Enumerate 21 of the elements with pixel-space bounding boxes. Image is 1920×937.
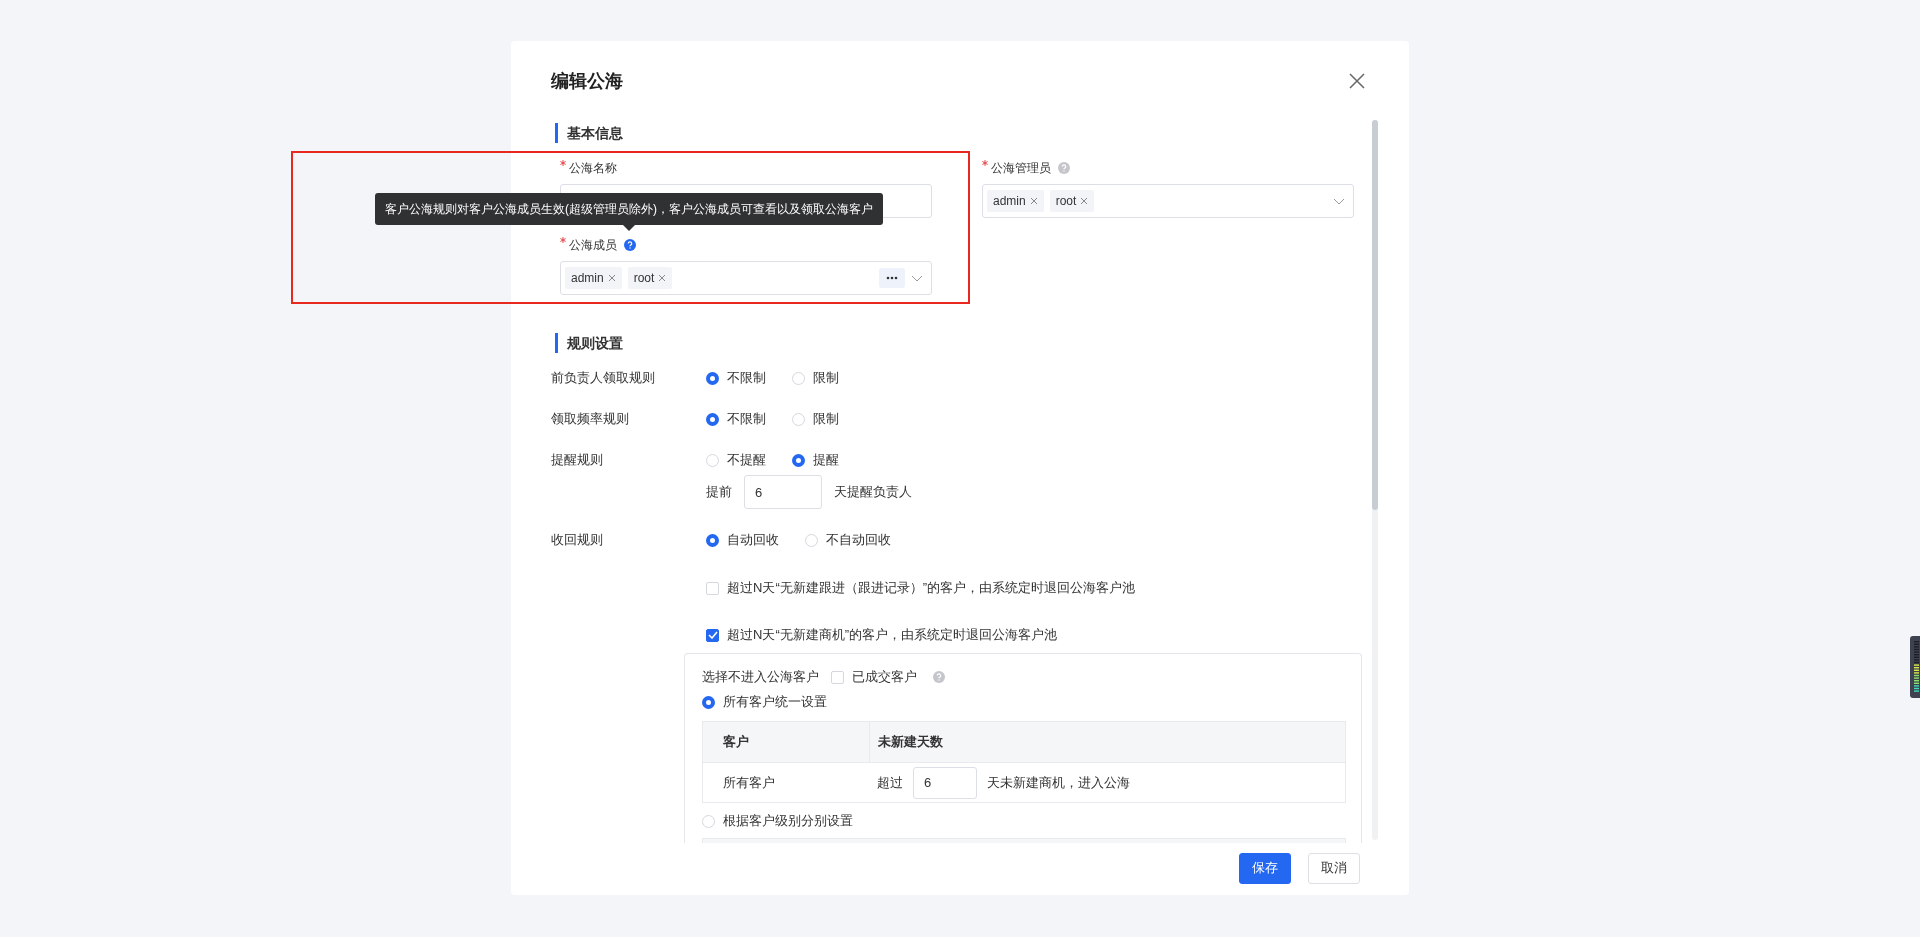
input-suffix: 天提醒负责人 bbox=[834, 483, 912, 501]
tooltip: 客户公海规则对客户公海成员生效(超级管理员除外)，客户公海成员可查看以及领取公海客户 bbox=[375, 193, 883, 225]
input-prefix: 超过 bbox=[877, 773, 903, 792]
input-prefix: 提前 bbox=[706, 483, 732, 501]
tag-chip: root bbox=[627, 267, 673, 289]
dialog-title: 编辑公海 bbox=[551, 69, 623, 93]
column-header: 客户 bbox=[723, 733, 749, 751]
rule-label: 领取频率规则 bbox=[551, 410, 630, 428]
tag-chip: admin bbox=[565, 267, 622, 289]
rule-label: 收回规则 bbox=[551, 531, 604, 549]
field-label: 公海成员 bbox=[569, 236, 617, 254]
tag-chip: admin bbox=[987, 190, 1044, 212]
tag-chip: root bbox=[1049, 190, 1095, 212]
rule-label: 提醒规则 bbox=[551, 451, 604, 469]
column-header: 未新建天数 bbox=[878, 733, 943, 751]
input-suffix: 天未新建商机，进入公海 bbox=[987, 773, 1130, 792]
rule-label: 前负责人领取规则 bbox=[551, 369, 656, 387]
field-label: 公海名称 bbox=[569, 159, 617, 177]
table-cell: 所有客户 bbox=[723, 773, 775, 792]
option-label: 选择不进入公海客户 bbox=[702, 668, 819, 686]
field-label: 公海管理员 bbox=[991, 159, 1051, 177]
